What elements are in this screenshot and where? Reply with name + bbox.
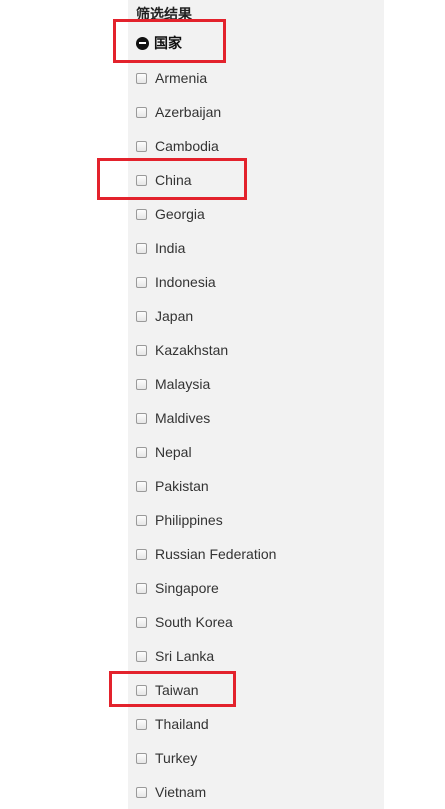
country-option-label: Russian Federation bbox=[155, 546, 277, 562]
checkbox[interactable] bbox=[136, 548, 147, 560]
country-option-label: Armenia bbox=[155, 70, 208, 86]
country-option-label: Japan bbox=[155, 308, 194, 324]
country-option[interactable]: Singapore bbox=[136, 571, 276, 605]
country-option[interactable]: Sri Lanka bbox=[136, 639, 276, 673]
country-option-label: Vietnam bbox=[155, 784, 207, 800]
country-option[interactable]: Kazakhstan bbox=[136, 333, 276, 367]
checkbox[interactable] bbox=[136, 174, 147, 186]
country-option-label: India bbox=[155, 240, 186, 256]
country-option-label: Philippines bbox=[155, 512, 223, 528]
country-option[interactable]: Taiwan bbox=[136, 673, 276, 707]
country-option[interactable]: Maldives bbox=[136, 401, 276, 435]
country-option[interactable]: Nepal bbox=[136, 435, 276, 469]
checkbox[interactable] bbox=[136, 684, 147, 696]
country-option-label: Indonesia bbox=[155, 274, 216, 290]
country-option-label: Sri Lanka bbox=[155, 648, 215, 664]
checkbox[interactable] bbox=[136, 718, 147, 730]
filter-page: 筛选结果 国家 Armenia Azerbaijan Cambodia China Ge… bbox=[0, 0, 445, 809]
country-option-label: Pakistan bbox=[155, 478, 209, 494]
country-option[interactable]: Cambodia bbox=[136, 129, 276, 163]
checkbox[interactable] bbox=[136, 276, 147, 288]
country-option-label: Malaysia bbox=[155, 376, 211, 392]
country-option-label: Nepal bbox=[155, 444, 192, 460]
checkbox[interactable] bbox=[136, 242, 147, 254]
country-option[interactable]: Turkey bbox=[136, 741, 276, 775]
country-option[interactable]: Thailand bbox=[136, 707, 276, 741]
country-option-label: Kazakhstan bbox=[155, 342, 229, 358]
country-option[interactable]: Malaysia bbox=[136, 367, 276, 401]
country-option[interactable]: China bbox=[136, 163, 276, 197]
country-option[interactable]: Indonesia bbox=[136, 265, 276, 299]
checkbox[interactable] bbox=[136, 752, 147, 764]
country-option-list: Armenia Azerbaijan Cambodia China Georgia Ind… bbox=[136, 61, 276, 809]
country-option-label: Maldives bbox=[155, 410, 211, 426]
checkbox[interactable] bbox=[136, 310, 147, 322]
checkbox[interactable] bbox=[136, 378, 147, 390]
country-option[interactable]: Vietnam bbox=[136, 775, 276, 809]
country-option[interactable]: South Korea bbox=[136, 605, 276, 639]
country-option-label: Azerbaijan bbox=[155, 104, 222, 120]
country-option[interactable]: Georgia bbox=[136, 197, 276, 231]
country-option-label: Singapore bbox=[155, 580, 219, 596]
collapse-minus-icon[interactable] bbox=[136, 36, 149, 50]
country-option[interactable]: Armenia bbox=[136, 61, 276, 95]
checkbox[interactable] bbox=[136, 480, 147, 492]
country-option[interactable]: Pakistan bbox=[136, 469, 276, 503]
checkbox[interactable] bbox=[136, 344, 147, 356]
country-option-label: South Korea bbox=[155, 614, 233, 630]
checkbox[interactable] bbox=[136, 72, 147, 84]
country-option-label: Turkey bbox=[155, 750, 198, 766]
checkbox[interactable] bbox=[136, 412, 147, 424]
checkbox[interactable] bbox=[136, 514, 147, 526]
country-option[interactable]: Russian Federation bbox=[136, 537, 276, 571]
filter-heading: 筛选结果 bbox=[136, 7, 192, 23]
country-option-label: Georgia bbox=[155, 206, 205, 222]
checkbox[interactable] bbox=[136, 582, 147, 594]
checkbox[interactable] bbox=[136, 208, 147, 220]
country-option[interactable]: Japan bbox=[136, 299, 276, 333]
country-group-toggle[interactable]: 国家 bbox=[136, 33, 182, 53]
checkbox[interactable] bbox=[136, 786, 147, 798]
country-option[interactable]: Philippines bbox=[136, 503, 276, 537]
country-option-label: Thailand bbox=[155, 716, 209, 732]
country-option-label: China bbox=[155, 172, 192, 188]
country-option-label: Cambodia bbox=[155, 138, 219, 154]
checkbox[interactable] bbox=[136, 106, 147, 118]
checkbox[interactable] bbox=[136, 140, 147, 152]
country-option-label: Taiwan bbox=[155, 682, 199, 698]
country-option[interactable]: Azerbaijan bbox=[136, 95, 276, 129]
checkbox[interactable] bbox=[136, 650, 147, 662]
country-option[interactable]: India bbox=[136, 231, 276, 265]
country-group-label: 国家 bbox=[154, 36, 182, 52]
checkbox[interactable] bbox=[136, 446, 147, 458]
checkbox[interactable] bbox=[136, 616, 147, 628]
